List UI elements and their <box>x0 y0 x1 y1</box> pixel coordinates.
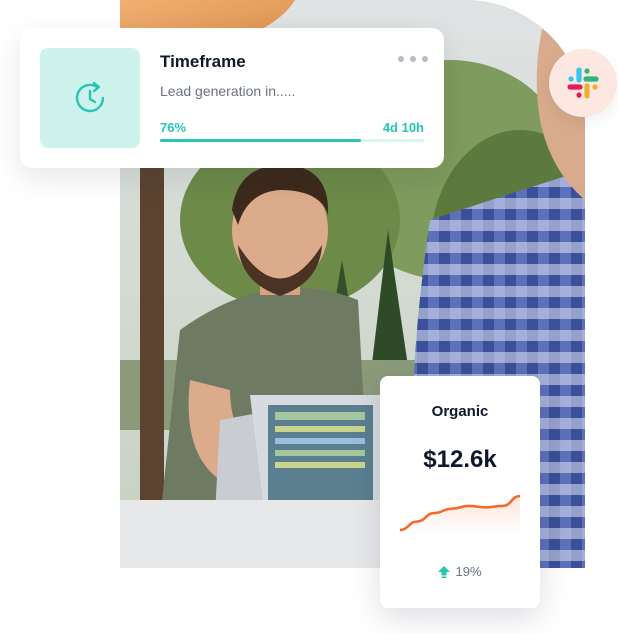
organic-title: Organic <box>431 403 489 420</box>
organic-change-value: 19% <box>455 564 482 579</box>
organic-change: 19% <box>380 564 540 579</box>
slack-badge[interactable] <box>549 49 617 117</box>
timeframe-icon-box <box>40 48 140 148</box>
arrow-up-icon <box>438 565 451 578</box>
timeframe-subtitle: Lead generation in..... <box>160 83 296 99</box>
organic-value: $12.6k <box>423 446 497 473</box>
progress-bar-fill <box>160 139 361 142</box>
organic-trend-chart <box>400 494 520 534</box>
timeframe-card[interactable]: Timeframe Lead generation in..... 76% 4d… <box>20 28 444 168</box>
trend-area <box>400 496 520 534</box>
clock-refresh-icon <box>75 81 105 113</box>
progress-bar <box>160 139 424 142</box>
timeframe-title: Timeframe <box>160 52 246 71</box>
slack-logo-icon <box>567 67 599 99</box>
more-dots-icon[interactable] <box>398 52 428 66</box>
progress-percent: 76% <box>160 120 187 135</box>
time-remaining: 4d 10h <box>382 120 424 135</box>
organic-card[interactable]: Organic $12.6k 19% <box>380 376 540 608</box>
